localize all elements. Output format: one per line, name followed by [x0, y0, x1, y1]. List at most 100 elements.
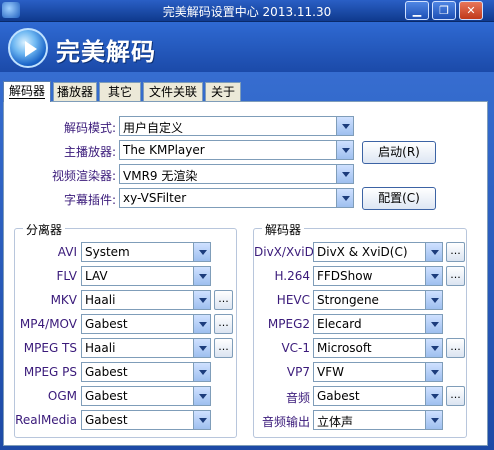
- subtitle-plugin-value: xy-VSFilter: [123, 191, 187, 205]
- splitter-label-flv: FLV: [56, 269, 77, 283]
- decoder-value: 立体声: [317, 415, 354, 429]
- decode-mode-select[interactable]: 用户自定义: [119, 116, 354, 136]
- chevron-down-icon[interactable]: [336, 165, 353, 183]
- splitter-value: LAV: [85, 269, 108, 283]
- launch-button[interactable]: 启动(R): [362, 141, 436, 164]
- chevron-down-icon[interactable]: [193, 411, 210, 429]
- brand-header: 完美解码: [0, 22, 494, 72]
- settings-window: 完美解码设置中心 2013.11.30 ▁ ❐ ✕ 完美解码 解码器 播放器 其…: [0, 0, 494, 450]
- tab-about[interactable]: 关于: [205, 82, 241, 101]
- subtitle-plugin-select[interactable]: xy-VSFilter: [119, 188, 354, 208]
- decoder-panel: 解码模式: 用户自定义 主播放器: The KMPlayer 启动(R) 视频渲…: [3, 101, 488, 446]
- splitter-label-mpegps: MPEG PS: [23, 365, 77, 379]
- decoder-h264-select[interactable]: FFDShow: [313, 266, 443, 286]
- splitter-value: Gabest: [85, 365, 128, 379]
- decode-mode-label: 解码模式:: [63, 121, 116, 135]
- chevron-down-icon[interactable]: [336, 189, 353, 207]
- splitter-value: Gabest: [85, 317, 128, 331]
- decoder-label-audio: 音频: [285, 391, 310, 405]
- chevron-down-icon[interactable]: [425, 243, 442, 261]
- mpegts-options-button[interactable]: ...: [214, 338, 233, 358]
- chevron-down-icon[interactable]: [425, 387, 442, 405]
- audio-options-button[interactable]: ...: [446, 386, 465, 406]
- splitter-value: Haali: [85, 341, 116, 355]
- chevron-down-icon[interactable]: [336, 141, 353, 159]
- decoder-vp7-select[interactable]: VFW: [313, 362, 443, 382]
- subtitle-plugin-label: 字幕插件:: [63, 193, 116, 207]
- main-player-label: 主播放器:: [63, 145, 116, 159]
- splitter-mkv-select[interactable]: Haali: [81, 290, 211, 310]
- chevron-down-icon[interactable]: [193, 315, 210, 333]
- tab-label: 解码器: [8, 84, 45, 99]
- restore-icon[interactable]: ❐: [432, 1, 456, 20]
- splitter-value: Haali: [85, 293, 116, 307]
- decoder-label-hevc: HEVC: [276, 293, 310, 307]
- tab-other[interactable]: 其它: [99, 82, 141, 101]
- splitter-mpegts-select[interactable]: Haali: [81, 338, 211, 358]
- tab-label: 文件关联: [148, 85, 197, 99]
- tab-player[interactable]: 播放器: [53, 82, 97, 101]
- video-renderer-select[interactable]: VMR9 无渲染: [119, 164, 354, 184]
- chevron-down-icon[interactable]: [425, 267, 442, 285]
- decoder-divx-select[interactable]: DivX & XviD(C): [313, 242, 443, 262]
- chevron-down-icon[interactable]: [193, 291, 210, 309]
- mp4-options-button[interactable]: ...: [214, 314, 233, 334]
- chevron-down-icon[interactable]: [425, 315, 442, 333]
- chevron-down-icon[interactable]: [193, 267, 210, 285]
- chevron-down-icon[interactable]: [193, 243, 210, 261]
- chevron-down-icon[interactable]: [425, 363, 442, 381]
- video-renderer-value: VMR9 无渲染: [123, 169, 198, 183]
- decoder-label-vc1: VC-1: [281, 341, 310, 355]
- decoder-group-title: 解码器: [262, 221, 305, 238]
- splitter-mp4-select[interactable]: Gabest: [81, 314, 211, 334]
- main-player-value: The KMPlayer: [123, 143, 205, 157]
- splitter-mpegps-select[interactable]: Gabest: [81, 362, 211, 382]
- chevron-down-icon[interactable]: [193, 363, 210, 381]
- decoder-audio-select[interactable]: Gabest: [313, 386, 443, 406]
- splitter-label-ogm: OGM: [47, 389, 77, 403]
- chevron-down-icon[interactable]: [193, 339, 210, 357]
- splitter-realmedia-select[interactable]: Gabest: [81, 410, 211, 430]
- splitter-label-mp4: MP4/MOV: [19, 317, 77, 331]
- decoder-label-h264: H.264: [274, 269, 310, 283]
- decoder-label-mpeg2: MPEG2: [267, 317, 310, 331]
- decoder-value: VFW: [317, 365, 344, 379]
- decoder-vc1-select[interactable]: Microsoft: [313, 338, 443, 358]
- main-player-select[interactable]: The KMPlayer: [119, 140, 354, 160]
- splitter-ogm-select[interactable]: Gabest: [81, 386, 211, 406]
- chevron-down-icon[interactable]: [336, 117, 353, 135]
- title-bar[interactable]: 完美解码设置中心 2013.11.30 ▁ ❐ ✕: [0, 0, 494, 22]
- decoder-audio-output-select[interactable]: 立体声: [313, 410, 443, 430]
- tab-file-association[interactable]: 文件关联: [143, 82, 203, 101]
- splitter-label-mkv: MKV: [50, 293, 77, 307]
- decoder-value: Gabest: [317, 389, 360, 403]
- splitter-value: System: [85, 245, 130, 259]
- tab-decoder[interactable]: 解码器: [3, 81, 51, 102]
- brand-title: 完美解码: [56, 38, 156, 66]
- decode-mode-value: 用户自定义: [123, 121, 184, 135]
- decoder-mpeg2-select[interactable]: Elecard: [313, 314, 443, 334]
- chevron-down-icon[interactable]: [193, 387, 210, 405]
- decoder-hevc-select[interactable]: Strongene: [313, 290, 443, 310]
- splitter-flv-select[interactable]: LAV: [81, 266, 211, 286]
- config-button[interactable]: 配置(C): [362, 187, 436, 210]
- decoder-label-divx: DivX/XviD: [254, 245, 314, 259]
- divx-options-button[interactable]: ...: [446, 242, 465, 262]
- decoder-group: 解码器 DivX/XviD DivX & XviD(C) ... H.264 F…: [253, 221, 467, 438]
- decoder-value: DivX & XviD(C): [317, 245, 408, 259]
- decoder-label-audio-output: 音频输出: [261, 415, 310, 429]
- close-icon[interactable]: ✕: [459, 1, 483, 20]
- chevron-down-icon[interactable]: [425, 411, 442, 429]
- splitter-avi-select[interactable]: System: [81, 242, 211, 262]
- h264-options-button[interactable]: ...: [446, 266, 465, 286]
- minimize-icon[interactable]: ▁: [405, 1, 429, 20]
- vc1-options-button[interactable]: ...: [446, 338, 465, 358]
- chevron-down-icon[interactable]: [425, 339, 442, 357]
- splitter-group: 分离器 AVI System FLV LAV MKV Haali ... MP4…: [14, 221, 237, 438]
- mkv-options-button[interactable]: ...: [214, 290, 233, 310]
- splitter-label-avi: AVI: [57, 245, 77, 259]
- video-renderer-label: 视频渲染器:: [51, 169, 116, 183]
- splitter-value: Gabest: [85, 413, 128, 427]
- splitter-group-title: 分离器: [23, 221, 66, 238]
- chevron-down-icon[interactable]: [425, 291, 442, 309]
